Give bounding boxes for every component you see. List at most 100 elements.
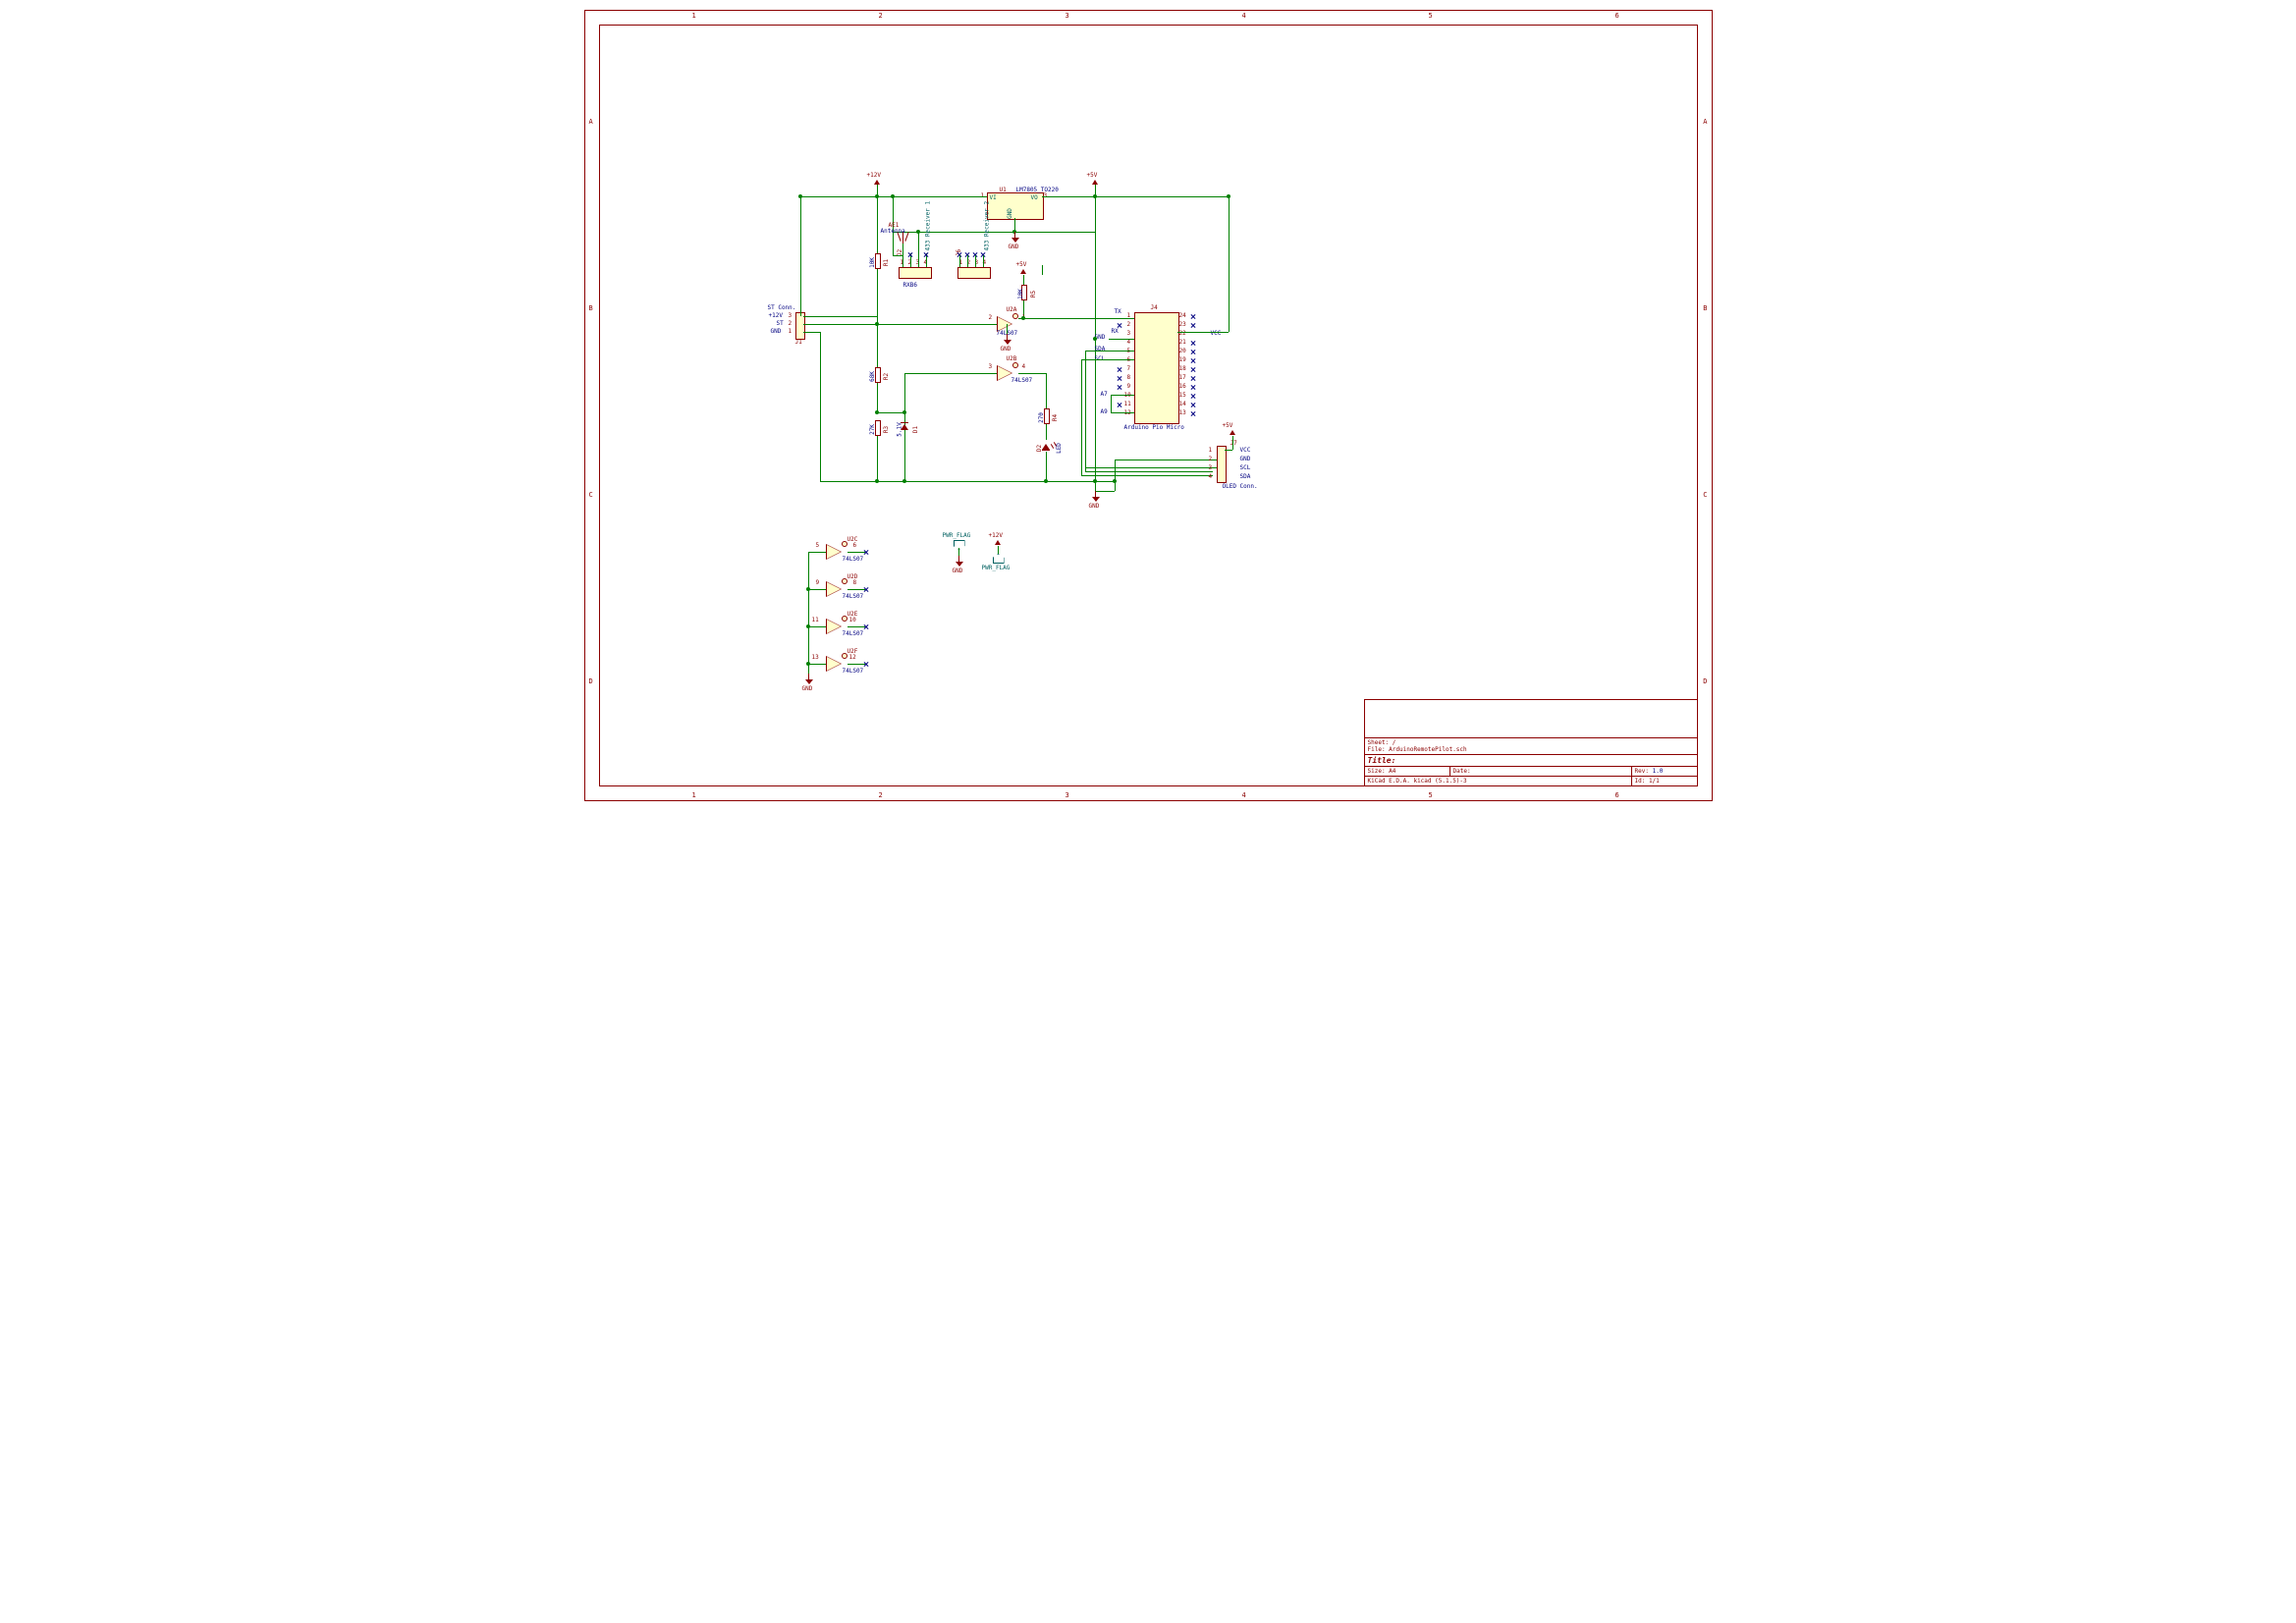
r2-value: 68K [868,371,875,382]
col-4-top: 4 [1242,12,1246,20]
j4-p2: 2 [1127,321,1131,328]
j6-title: 433 Receiver 2 [983,201,990,251]
rev-value: 1.0 [1653,768,1664,775]
u2d-out: 8 [853,579,857,586]
j7-scl: SCL [1240,464,1251,471]
j4-p24: 24 [1179,312,1186,319]
u2d-value: 74LS07 [843,593,864,600]
col-3-top: 3 [1066,12,1069,20]
sheet-label: Sheet: / [1368,739,1396,746]
j6-body [957,267,991,279]
title-block: Sheet: /File: ArduinoRemotePilot.sch Tit… [1364,699,1698,786]
j4-p7: 7 [1127,365,1131,372]
j4-p13: 13 [1179,409,1186,416]
u2f-in: 13 [812,654,819,661]
col-2-top: 2 [879,12,883,20]
j1-p1: 1 [789,328,793,335]
u2e-out: 10 [849,617,856,623]
ae1-value: Antenna [881,228,905,235]
j1-p3: 3 [789,312,793,319]
row-c-r: C [1703,491,1707,499]
plus5v-r5-label: +5V [1016,261,1027,268]
r1-value: 10K [868,257,875,268]
j1-12v: +12V [769,312,783,319]
j1-ref: J1 [795,339,802,346]
r1-ref: R1 [883,259,890,266]
j1-gnd: GND [771,328,782,335]
j4-p14: 14 [1179,401,1186,407]
row-b-l: B [589,304,593,312]
u2a-in: 2 [989,314,993,321]
col-4-bot: 4 [1242,791,1246,799]
gnd-pf-label: GND [953,568,963,574]
u2a-ref: U2A [1007,306,1017,313]
r3-value: 27K [868,424,875,435]
row-b-r: B [1703,304,1707,312]
u2c-in: 5 [816,542,820,549]
j1-st: ST [777,320,784,327]
pwrflag1-label: PWR_FLAG [943,532,971,539]
col-1-bot: 1 [692,791,696,799]
j4-p16: 16 [1179,383,1186,390]
u1-value: LM7805_TO220 [1016,187,1059,193]
gnd-u1-label: GND [1009,243,1019,250]
u2b-out: 4 [1022,363,1026,370]
row-a-r: A [1703,118,1707,126]
col-6-bot: 6 [1615,791,1619,799]
gnd-main-label: GND [1089,503,1100,510]
j7-vcc: VCC [1240,447,1251,454]
plus5v-j7-icon [1230,430,1235,435]
generator: KiCad E.D.A. kicad (5.1.5)-3 [1364,777,1631,786]
j2-title: 433 Receiver 1 [924,201,931,251]
row-d-r: D [1703,677,1707,685]
j4-p17: 17 [1179,374,1186,381]
j7-gnd: GND [1240,456,1251,462]
u2c-value: 74LS07 [843,556,864,563]
r4-ref: R4 [1052,414,1059,421]
row-d-l: D [589,677,593,685]
plus5v-label: +5V [1087,172,1098,179]
r2-ref: R2 [883,373,890,380]
pwrflag2-label: PWR_FLAG [982,565,1011,571]
j4-body [1134,312,1179,424]
u2b-in: 3 [989,363,993,370]
d1-value: 5.1V [896,422,902,436]
col-5-top: 5 [1429,12,1433,20]
size-label: Size: A4 [1364,767,1449,777]
j4-p18: 18 [1179,365,1186,372]
u1-gnd: GND [1006,208,1012,219]
r3-ref: R3 [883,426,890,433]
u2c-out: 6 [853,542,857,549]
j4-title: Arduino Pio Micro [1124,424,1184,431]
j4-p11: 11 [1124,401,1131,407]
u2f-value: 74LS07 [843,668,864,675]
u2b-ref: U2B [1007,355,1017,362]
j7-p1: 1 [1209,447,1213,454]
r5-value: 10K [1016,289,1023,299]
r4-value: 270 [1037,412,1044,423]
j4-p20: 20 [1179,348,1186,354]
col-2-bot: 2 [879,791,883,799]
j7-body [1217,446,1227,483]
col-3-bot: 3 [1066,791,1069,799]
u2e-in: 11 [812,617,819,623]
j2-value: RXB6 [903,282,917,289]
d2-value: LED [1055,443,1062,454]
net-rx: RX [1112,328,1119,335]
u2e-value: 74LS07 [843,630,864,637]
gnd-u2-label: GND [802,685,813,692]
plus12v-pf-icon [995,540,1001,545]
schematic-canvas: 1 2 3 4 5 6 1 2 3 4 5 6 A B C D A B C D … [574,0,1722,811]
u2b-value: 74LS07 [1011,377,1033,384]
j1-title: ST Conn. [768,304,796,311]
j7-p3: 3 [1209,464,1213,471]
nc-j2-4 [923,251,929,257]
j4-p23: 23 [1179,321,1186,328]
j7-p4: 4 [1209,473,1213,480]
plus5v-r5-icon [1020,269,1026,274]
j4-p3: 3 [1127,330,1131,337]
nc-j2-2 [907,251,913,257]
plus5v-j7-label: +5V [1223,422,1233,429]
net-a9: A9 [1101,408,1108,415]
u1-vo: VO [1031,194,1038,201]
